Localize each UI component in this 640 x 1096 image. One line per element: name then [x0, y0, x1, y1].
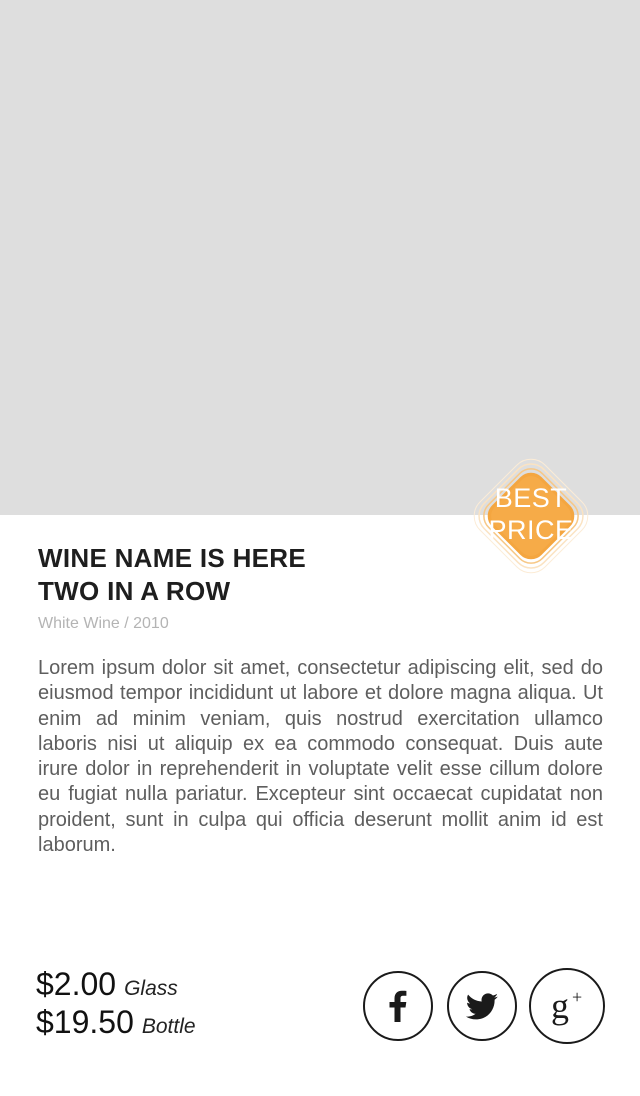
best-price-badge: BEST PRICE — [451, 436, 611, 596]
wine-title-line-1: WINE NAME IS HERE — [38, 543, 307, 573]
wine-detail-page: BEST PRICE WINE NAME IS HERE TWO IN A RO… — [0, 0, 640, 1096]
social-share-buttons: g + — [362, 968, 607, 1044]
facebook-share-button[interactable] — [363, 971, 433, 1041]
bottle-price-row: $19.50 Bottle — [36, 1004, 196, 1042]
bottle-label: Bottle — [141, 1015, 196, 1038]
google-plus-icon: g + — [551, 986, 582, 1026]
bottle-price: $19.50 — [36, 1004, 134, 1040]
badge-line-1: BEST — [494, 483, 568, 513]
twitter-icon — [465, 993, 498, 1020]
wine-description: Lorem ipsum dolor sit amet, consectetur … — [38, 657, 603, 857]
twitter-share-button[interactable] — [447, 971, 517, 1041]
wine-subtitle: White Wine / 2010 — [38, 615, 169, 632]
svg-text:g: g — [551, 986, 569, 1026]
facebook-icon — [389, 990, 407, 1022]
glass-price-row: $2.00 Glass — [36, 966, 196, 1004]
google-plus-share-button[interactable]: g + — [529, 968, 605, 1044]
glass-price: $2.00 — [36, 966, 117, 1002]
wine-title-line-2: TWO IN A ROW — [38, 576, 231, 606]
svg-text:+: + — [572, 987, 582, 1007]
badge-line-2: PRICE — [488, 515, 574, 545]
badge-text: BEST PRICE — [451, 482, 611, 546]
wine-title: WINE NAME IS HERE TWO IN A ROW — [38, 542, 438, 608]
price-list: $2.00 Glass $19.50 Bottle — [36, 966, 196, 1042]
glass-label: Glass — [124, 977, 178, 1000]
